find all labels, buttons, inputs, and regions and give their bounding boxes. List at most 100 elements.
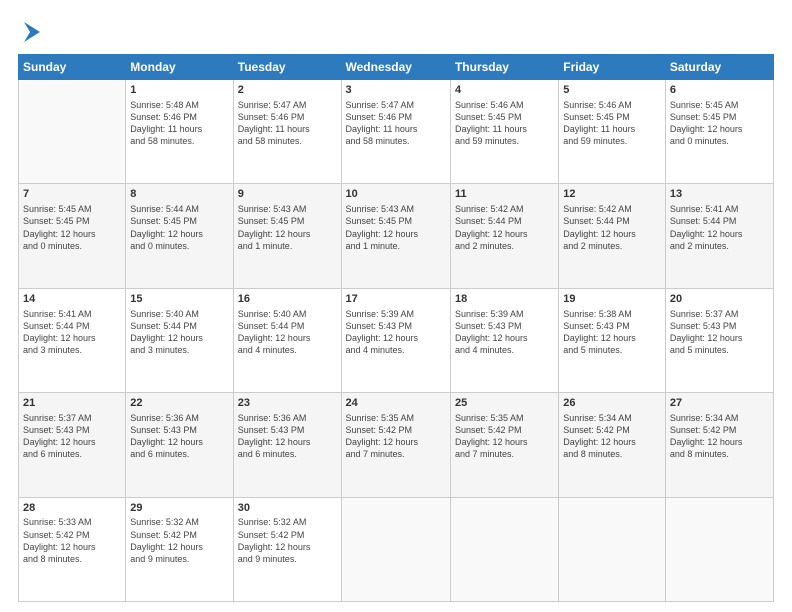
day-info: Sunrise: 5:41 AM Sunset: 5:44 PM Dayligh… — [23, 308, 121, 357]
day-info: Sunrise: 5:46 AM Sunset: 5:45 PM Dayligh… — [563, 99, 661, 148]
day-number: 19 — [563, 292, 661, 307]
day-number: 27 — [670, 396, 769, 411]
day-info: Sunrise: 5:34 AM Sunset: 5:42 PM Dayligh… — [563, 412, 661, 461]
calendar-cell: 17Sunrise: 5:39 AM Sunset: 5:43 PM Dayli… — [341, 288, 450, 392]
calendar-cell: 6Sunrise: 5:45 AM Sunset: 5:45 PM Daylig… — [665, 80, 773, 184]
logo-icon — [20, 18, 44, 46]
day-number: 20 — [670, 292, 769, 307]
day-info: Sunrise: 5:35 AM Sunset: 5:42 PM Dayligh… — [346, 412, 446, 461]
day-number: 16 — [238, 292, 337, 307]
day-number: 15 — [130, 292, 228, 307]
day-info: Sunrise: 5:45 AM Sunset: 5:45 PM Dayligh… — [23, 203, 121, 252]
calendar-cell: 12Sunrise: 5:42 AM Sunset: 5:44 PM Dayli… — [559, 184, 666, 288]
logo-text — [18, 18, 44, 46]
day-info: Sunrise: 5:46 AM Sunset: 5:45 PM Dayligh… — [455, 99, 554, 148]
day-header-friday: Friday — [559, 55, 666, 80]
day-number: 28 — [23, 501, 121, 516]
day-number: 8 — [130, 187, 228, 202]
day-info: Sunrise: 5:43 AM Sunset: 5:45 PM Dayligh… — [238, 203, 337, 252]
day-info: Sunrise: 5:41 AM Sunset: 5:44 PM Dayligh… — [670, 203, 769, 252]
calendar-table: SundayMondayTuesdayWednesdayThursdayFrid… — [18, 54, 774, 602]
calendar-cell: 28Sunrise: 5:33 AM Sunset: 5:42 PM Dayli… — [19, 497, 126, 601]
day-info: Sunrise: 5:42 AM Sunset: 5:44 PM Dayligh… — [455, 203, 554, 252]
day-number: 7 — [23, 187, 121, 202]
calendar-cell: 26Sunrise: 5:34 AM Sunset: 5:42 PM Dayli… — [559, 393, 666, 497]
calendar-cell — [559, 497, 666, 601]
week-row-2: 14Sunrise: 5:41 AM Sunset: 5:44 PM Dayli… — [19, 288, 774, 392]
day-number: 24 — [346, 396, 446, 411]
day-info: Sunrise: 5:35 AM Sunset: 5:42 PM Dayligh… — [455, 412, 554, 461]
week-row-0: 1Sunrise: 5:48 AM Sunset: 5:46 PM Daylig… — [19, 80, 774, 184]
day-number: 18 — [455, 292, 554, 307]
day-info: Sunrise: 5:47 AM Sunset: 5:46 PM Dayligh… — [346, 99, 446, 148]
calendar-cell: 21Sunrise: 5:37 AM Sunset: 5:43 PM Dayli… — [19, 393, 126, 497]
calendar-cell: 18Sunrise: 5:39 AM Sunset: 5:43 PM Dayli… — [450, 288, 558, 392]
calendar-cell: 23Sunrise: 5:36 AM Sunset: 5:43 PM Dayli… — [233, 393, 341, 497]
header-row: SundayMondayTuesdayWednesdayThursdayFrid… — [19, 55, 774, 80]
day-info: Sunrise: 5:39 AM Sunset: 5:43 PM Dayligh… — [346, 308, 446, 357]
header — [18, 18, 774, 46]
day-number: 11 — [455, 187, 554, 202]
day-number: 5 — [563, 83, 661, 98]
day-number: 13 — [670, 187, 769, 202]
week-row-4: 28Sunrise: 5:33 AM Sunset: 5:42 PM Dayli… — [19, 497, 774, 601]
calendar-cell: 22Sunrise: 5:36 AM Sunset: 5:43 PM Dayli… — [126, 393, 233, 497]
day-info: Sunrise: 5:38 AM Sunset: 5:43 PM Dayligh… — [563, 308, 661, 357]
day-info: Sunrise: 5:39 AM Sunset: 5:43 PM Dayligh… — [455, 308, 554, 357]
day-number: 21 — [23, 396, 121, 411]
calendar-cell: 16Sunrise: 5:40 AM Sunset: 5:44 PM Dayli… — [233, 288, 341, 392]
day-info: Sunrise: 5:44 AM Sunset: 5:45 PM Dayligh… — [130, 203, 228, 252]
day-header-thursday: Thursday — [450, 55, 558, 80]
calendar-cell: 3Sunrise: 5:47 AM Sunset: 5:46 PM Daylig… — [341, 80, 450, 184]
calendar-cell: 27Sunrise: 5:34 AM Sunset: 5:42 PM Dayli… — [665, 393, 773, 497]
day-number: 10 — [346, 187, 446, 202]
week-row-3: 21Sunrise: 5:37 AM Sunset: 5:43 PM Dayli… — [19, 393, 774, 497]
day-info: Sunrise: 5:40 AM Sunset: 5:44 PM Dayligh… — [130, 308, 228, 357]
day-number: 4 — [455, 83, 554, 98]
calendar-cell: 30Sunrise: 5:32 AM Sunset: 5:42 PM Dayli… — [233, 497, 341, 601]
calendar-header: SundayMondayTuesdayWednesdayThursdayFrid… — [19, 55, 774, 80]
day-info: Sunrise: 5:36 AM Sunset: 5:43 PM Dayligh… — [130, 412, 228, 461]
day-number: 30 — [238, 501, 337, 516]
day-info: Sunrise: 5:33 AM Sunset: 5:42 PM Dayligh… — [23, 516, 121, 565]
day-header-tuesday: Tuesday — [233, 55, 341, 80]
day-number: 17 — [346, 292, 446, 307]
day-info: Sunrise: 5:34 AM Sunset: 5:42 PM Dayligh… — [670, 412, 769, 461]
calendar-cell — [19, 80, 126, 184]
calendar-cell: 11Sunrise: 5:42 AM Sunset: 5:44 PM Dayli… — [450, 184, 558, 288]
calendar-cell: 24Sunrise: 5:35 AM Sunset: 5:42 PM Dayli… — [341, 393, 450, 497]
calendar-cell: 19Sunrise: 5:38 AM Sunset: 5:43 PM Dayli… — [559, 288, 666, 392]
day-number: 1 — [130, 83, 228, 98]
calendar-cell — [341, 497, 450, 601]
day-info: Sunrise: 5:45 AM Sunset: 5:45 PM Dayligh… — [670, 99, 769, 148]
day-info: Sunrise: 5:48 AM Sunset: 5:46 PM Dayligh… — [130, 99, 228, 148]
day-number: 26 — [563, 396, 661, 411]
day-number: 25 — [455, 396, 554, 411]
week-row-1: 7Sunrise: 5:45 AM Sunset: 5:45 PM Daylig… — [19, 184, 774, 288]
day-info: Sunrise: 5:32 AM Sunset: 5:42 PM Dayligh… — [130, 516, 228, 565]
day-info: Sunrise: 5:37 AM Sunset: 5:43 PM Dayligh… — [23, 412, 121, 461]
calendar-cell: 29Sunrise: 5:32 AM Sunset: 5:42 PM Dayli… — [126, 497, 233, 601]
day-number: 6 — [670, 83, 769, 98]
calendar-cell: 13Sunrise: 5:41 AM Sunset: 5:44 PM Dayli… — [665, 184, 773, 288]
day-info: Sunrise: 5:37 AM Sunset: 5:43 PM Dayligh… — [670, 308, 769, 357]
day-number: 22 — [130, 396, 228, 411]
calendar-cell: 5Sunrise: 5:46 AM Sunset: 5:45 PM Daylig… — [559, 80, 666, 184]
day-info: Sunrise: 5:36 AM Sunset: 5:43 PM Dayligh… — [238, 412, 337, 461]
day-info: Sunrise: 5:42 AM Sunset: 5:44 PM Dayligh… — [563, 203, 661, 252]
day-info: Sunrise: 5:32 AM Sunset: 5:42 PM Dayligh… — [238, 516, 337, 565]
calendar-cell: 1Sunrise: 5:48 AM Sunset: 5:46 PM Daylig… — [126, 80, 233, 184]
day-header-sunday: Sunday — [19, 55, 126, 80]
calendar-cell: 9Sunrise: 5:43 AM Sunset: 5:45 PM Daylig… — [233, 184, 341, 288]
calendar-cell: 4Sunrise: 5:46 AM Sunset: 5:45 PM Daylig… — [450, 80, 558, 184]
day-number: 12 — [563, 187, 661, 202]
calendar-cell: 10Sunrise: 5:43 AM Sunset: 5:45 PM Dayli… — [341, 184, 450, 288]
day-info: Sunrise: 5:43 AM Sunset: 5:45 PM Dayligh… — [346, 203, 446, 252]
logo — [18, 18, 44, 46]
day-number: 2 — [238, 83, 337, 98]
calendar-cell: 14Sunrise: 5:41 AM Sunset: 5:44 PM Dayli… — [19, 288, 126, 392]
day-number: 3 — [346, 83, 446, 98]
day-info: Sunrise: 5:40 AM Sunset: 5:44 PM Dayligh… — [238, 308, 337, 357]
calendar-cell: 2Sunrise: 5:47 AM Sunset: 5:46 PM Daylig… — [233, 80, 341, 184]
calendar-cell: 8Sunrise: 5:44 AM Sunset: 5:45 PM Daylig… — [126, 184, 233, 288]
